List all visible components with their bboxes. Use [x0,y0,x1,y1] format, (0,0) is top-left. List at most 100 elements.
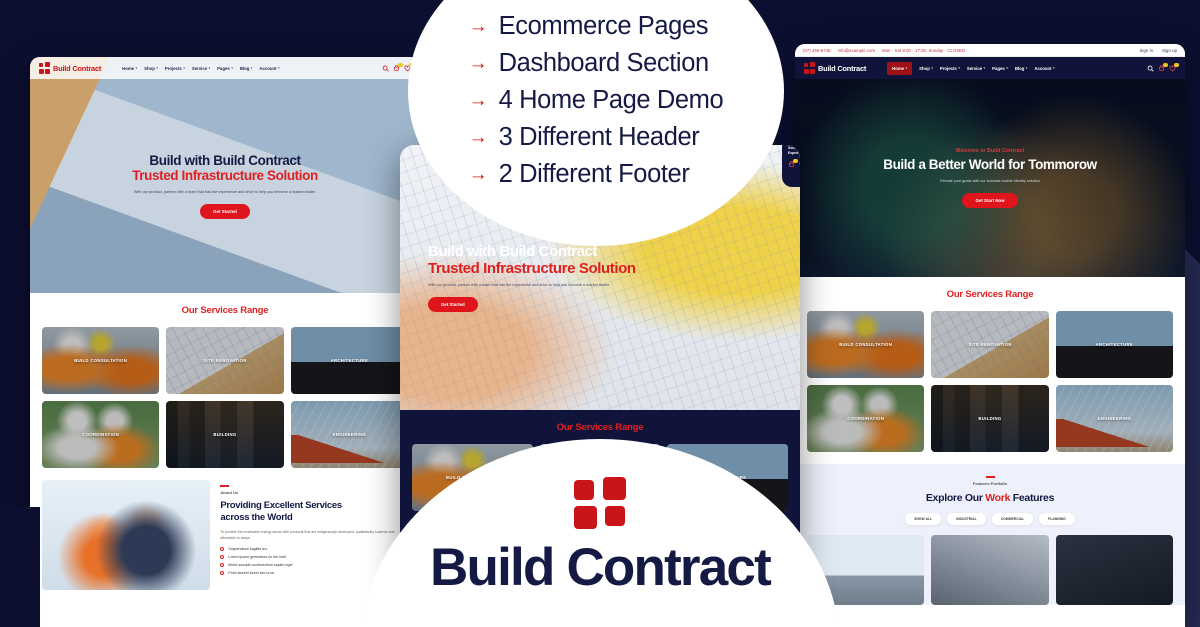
arrow-right-icon: → [468,15,488,37]
promo-banner: Build Contract Home ▾ Shop ▾ Projects ▾ Ser… [0,0,1200,627]
list-item: → 4 Home Page Demo [469,86,724,115]
service-card[interactable]: ENGINEERING [1055,385,1173,452]
nav-item-account[interactable]: Account ▾ [259,66,279,71]
filter-show-all[interactable]: SHOW ALL [905,513,942,525]
topbar-email[interactable]: info@example.com [838,48,876,53]
service-card[interactable]: BUILDING [166,401,284,468]
cart-icon[interactable] [393,62,403,72]
industrial-plant-photo[interactable] [931,535,1049,605]
filter-planning[interactable]: PLANNING [1039,513,1075,525]
engineer-couple-crane-photo [42,480,211,590]
service-card[interactable]: SITE RENOVATION [931,311,1049,378]
wishlist-icon[interactable] [799,161,800,168]
hero-left-cta-button[interactable]: Get Started [200,204,250,220]
nav-item-shop[interactable]: Shop ▾ [919,62,933,75]
service-card[interactable]: ARCHITECTURE [290,327,408,394]
chevron-down-icon: ▾ [931,66,933,70]
bullet-dot-icon [220,555,225,560]
chevron-down-icon: ▾ [958,66,960,70]
brand-title: Build Contract [430,538,772,597]
topbar-phone[interactable]: (07) 456-8745 [803,48,831,53]
chevron-down-icon: ▾ [250,66,253,70]
chevron-down-icon: ▾ [231,66,233,70]
cart-icon[interactable] [1158,62,1168,72]
list-item: → Dashboard Section [469,49,724,78]
logo-left[interactable]: Build Contract [38,61,102,74]
service-card[interactable]: ENGINEERING [290,401,408,468]
four-square-grid-icon [38,61,50,74]
portfolio-right: Features Portfolio Explore Our Work Feat… [795,464,1185,605]
hero-right-title: Build a Better World for Tommorow [883,157,1097,173]
nav-item-pages[interactable]: Pages ▾ [992,62,1008,75]
cart-icon[interactable] [788,158,798,168]
bullet-dot-icon [220,547,225,552]
about-paragraph: To pioneer the renewable energy sector w… [220,529,395,541]
topbar-right: (07) 456-8745 info@example.com Mon - Sat… [795,44,1185,57]
filter-industrial[interactable]: INDUSTRIAL [947,513,986,525]
arrow-right-icon: → [468,89,488,111]
nav-links-left: Home ▾ Shop ▾ Projects ▾ Service ▾ Pages ▾ Bl… [122,66,280,71]
nav-item-blog[interactable]: Blog ▾ [240,66,253,71]
nav-item-account[interactable]: Account ▾ [1034,62,1054,75]
about-left: About Us Providing Excellent Services ac… [30,468,420,590]
cart-badge [1162,62,1168,68]
nav-links-right: Home ▾ Shop ▾ Projects ▾ Service ▾ Pages ▾ Bl… [887,61,1055,75]
service-card[interactable]: COORDINATION [42,401,160,468]
nav-icons-right [1147,62,1179,72]
hero-right: Welcome to Build Contract Build a Better… [795,79,1185,277]
filter-commercial[interactable]: COMMERCIAL [991,513,1034,525]
list-item: Suspendisse sagittis leo. [220,547,408,552]
service-card[interactable]: BUILD CONSULTATION [42,327,160,394]
feature-label: 3 Different Header [498,122,700,151]
hero-left-subtitle: With our product, partner with a team th… [133,189,317,194]
nav-item-shop[interactable]: Shop ▾ [144,66,158,71]
service-card[interactable]: BUILD CONSULTATION [807,311,925,378]
nav-item-projects[interactable]: Projects ▾ [940,62,960,75]
service-card[interactable]: SITE RENOVATION [166,327,284,394]
wishlist-icon[interactable] [1169,62,1179,72]
sign-in-link[interactable]: Sign in [1140,48,1154,53]
bullet-dot-icon [220,571,225,576]
feature-label: 4 Home Page Demo [498,85,724,114]
hero-left: Build Contract Home ▾ Shop ▾ Projects ▾ Ser… [30,57,420,293]
service-card[interactable]: BUILDING [931,385,1049,452]
hero-center-subtitle: With our product, partner with a team th… [428,283,611,288]
navbar-right: Build Contract Home ▾ Shop ▾ Projects ▾ Ser… [795,57,1185,79]
nav-item-service[interactable]: Service ▾ [967,62,985,75]
nav-item-home[interactable]: Home ▾ [887,61,913,75]
search-icon[interactable] [382,65,389,72]
nav-item-service[interactable]: Service ▾ [192,66,210,71]
sign-up-link[interactable]: Sign up [1162,48,1177,53]
topbar-hours: Mon - Sat 8:00 - 17:30, Sunday - CLOSED [882,47,966,53]
wishlist-badge [1173,62,1179,68]
service-card[interactable]: COORDINATION [807,385,925,452]
hero-left-title-2: Trusted Infrastructure Solution [132,168,318,184]
about-kicker: About Us [220,490,239,495]
services-right-grid: BUILD CONSULTATION SITE RENOVATION ARCHI… [807,311,1173,452]
hero-right-cta-button[interactable]: Get Start Now [962,192,1018,208]
side-widget-panel: Solutions Experts [782,145,800,187]
dark-structure-photo[interactable] [1055,535,1173,605]
search-icon[interactable] [1147,65,1154,72]
nav-item-pages[interactable]: Pages ▾ [217,66,233,71]
nav-item-home[interactable]: Home ▾ [122,66,137,71]
side-widget-line-2: Experts [788,150,800,155]
chevron-down-icon: ▾ [905,66,908,70]
logo-right[interactable]: Build Contract [803,61,866,74]
arrow-right-icon: → [468,52,488,74]
arrow-right-icon: → [468,163,488,185]
portfolio-filters: SHOW ALL INDUSTRIAL COMMERCIAL PLANNING [807,513,1173,525]
mockup-right-homepage: (07) 456-8745 info@example.com Mon - Sat… [795,44,1185,627]
service-card[interactable]: ARCHITECTURE [1055,311,1173,378]
nav-item-blog[interactable]: Blog ▾ [1015,62,1028,75]
nav-item-projects[interactable]: Projects ▾ [165,66,185,71]
topbar-account-links: Sign in Sign up [1140,48,1177,53]
chevron-down-icon: ▾ [156,66,158,70]
cart-badge [792,158,798,164]
logo-text: Build Contract [53,63,102,73]
mockup-left-homepage: Build Contract Home ▾ Shop ▾ Projects ▾ Ser… [30,57,420,627]
hero-center-cta-button[interactable]: Get Started [428,297,478,313]
portfolio-heading-emphasis: Work [985,492,1011,504]
portfolio-header: Features Portfolio Explore Our Work Feat… [807,476,1173,504]
arrow-right-icon: → [468,126,488,148]
